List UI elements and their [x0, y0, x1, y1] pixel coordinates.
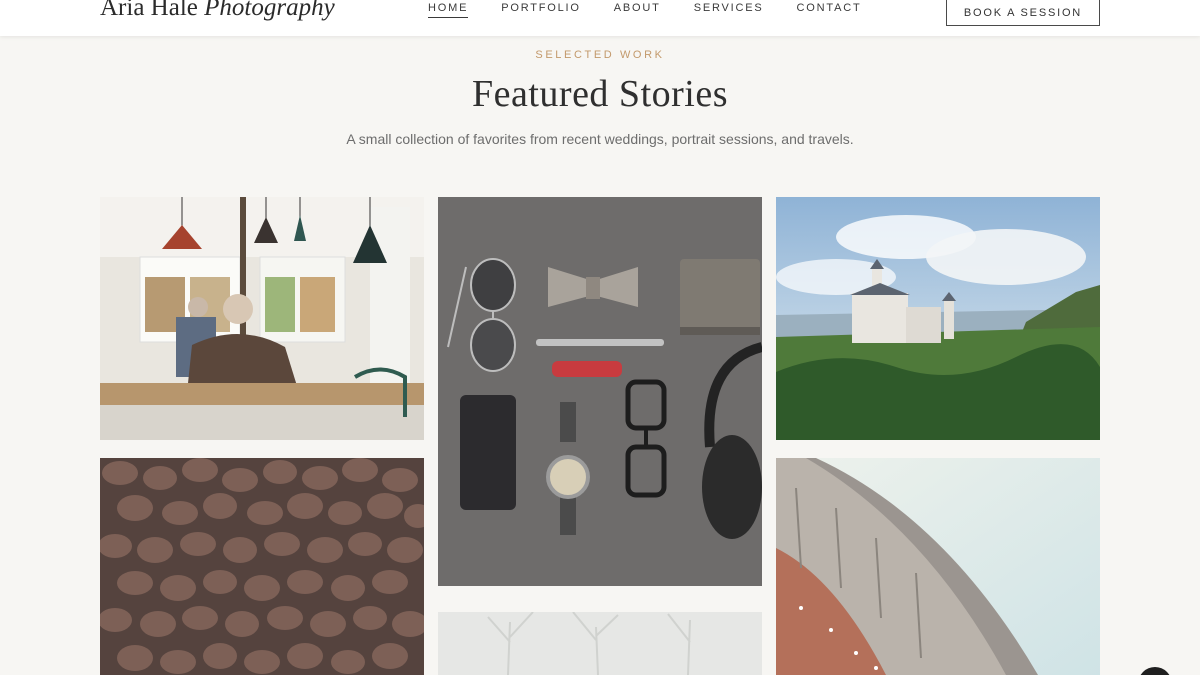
- photo-flat-lay[interactable]: [438, 197, 762, 586]
- nav-portfolio[interactable]: PORTFOLIO: [501, 2, 581, 18]
- site-header: Aria Hale Photography HOME PORTFOLIO ABO…: [0, 0, 1200, 36]
- book-session-button[interactable]: BOOK A SESSION: [946, 0, 1100, 26]
- nav-services[interactable]: SERVICES: [694, 2, 764, 18]
- section-subtitle: A small collection of favorites from rec…: [346, 131, 854, 147]
- main-nav: HOME PORTFOLIO ABOUT SERVICES CONTACT: [428, 2, 894, 18]
- brand-logo[interactable]: Aria Hale Photography: [100, 0, 335, 22]
- photo-cafe-interior[interactable]: [100, 197, 424, 440]
- chat-bubble-icon[interactable]: [1138, 667, 1172, 675]
- section-title: Featured Stories: [471, 73, 728, 115]
- section-eyebrow: SELECTED WORK: [535, 49, 665, 61]
- nav-about[interactable]: ABOUT: [614, 2, 661, 18]
- photo-castle-landscape[interactable]: [776, 197, 1100, 440]
- nav-contact[interactable]: CONTACT: [797, 2, 862, 18]
- brand-tagline: Photography: [204, 0, 335, 21]
- nav-home[interactable]: HOME: [428, 2, 469, 18]
- photo-coffee-beans[interactable]: [100, 458, 424, 675]
- brand-name: Aria Hale: [100, 0, 198, 21]
- photo-architecture-arch[interactable]: [776, 458, 1100, 675]
- photo-misty-trees[interactable]: [438, 612, 762, 675]
